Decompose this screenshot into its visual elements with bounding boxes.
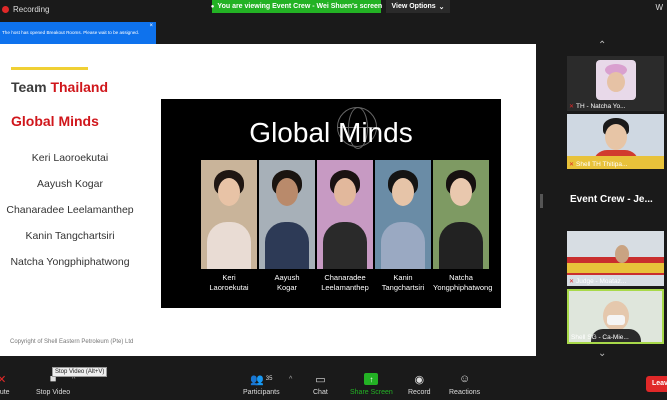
view-options-button[interactable]: View Options ⌄ — [386, 0, 450, 13]
video-options-caret-icon[interactable]: ^ — [72, 376, 75, 383]
share-screen-icon: ↑ — [364, 373, 379, 385]
record-button[interactable]: ◉ Record — [408, 373, 431, 397]
member-photo — [259, 160, 315, 269]
viewing-label: You are viewing Event Crew - Wei Shuen's… — [217, 3, 383, 10]
chevron-down-icon[interactable]: ⌄ — [598, 348, 606, 359]
member-name: Kanin Tangchartsiri — [25, 230, 115, 242]
unmute-label: mute — [0, 389, 10, 396]
stop-video-label: Stop Video — [36, 389, 71, 396]
photo-caption: Chanaradee Leelamanthep — [321, 273, 369, 292]
chevron-up-icon[interactable]: ⌃ — [598, 40, 606, 51]
chat-label: Chat — [313, 389, 328, 396]
participant-tile-active-speaker[interactable]: Shell SG - Ca-Mie... — [567, 289, 664, 344]
mic-off-icon: ✕ — [569, 162, 575, 168]
member-name: Chanaradee Leelamanthep — [6, 204, 134, 216]
share-screen-button[interactable]: ↑ Share Screen — [350, 373, 393, 396]
mic-off-icon: ✕ — [569, 104, 575, 110]
stop-video-tooltip: Stop Video (Alt+V) — [52, 367, 108, 377]
participant-tile[interactable]: ✕ TH - Natcha Yo... — [567, 56, 664, 111]
event-crew-tile-label[interactable]: Event Crew - Je... — [570, 194, 653, 205]
window-corner-label: W — [655, 3, 663, 12]
participants-options-caret-icon[interactable]: ^ — [289, 376, 292, 383]
meeting-toolbar: ✕ mute ■ Stop Video ^ 👥35 Participants ^… — [0, 360, 667, 400]
viewing-screen-banner: ● You are viewing Event Crew - Wei Shuen… — [210, 0, 383, 13]
team-photo-panel: Global Minds Keri Laoroekutai Aayush Kog… — [161, 99, 501, 308]
unmute-button[interactable]: ✕ mute — [0, 373, 10, 397]
chat-button[interactable]: ▭ Chat — [313, 373, 328, 397]
participants-icon: 👥 35 — [250, 373, 273, 386]
member-name: Aayush Kogar — [37, 178, 103, 190]
participant-tile[interactable]: ✕ Shell TH Thitipa... — [567, 114, 664, 169]
recording-dot-icon — [2, 6, 9, 13]
reactions-button[interactable]: ☺ Reactions — [449, 373, 480, 396]
shared-screen: Team Thailand Global Minds Keri Laoroeku… — [0, 44, 536, 356]
member-photo — [201, 160, 257, 269]
participants-label: Participants — [243, 389, 280, 396]
photo-caption: Aayush Kogar — [274, 273, 300, 292]
panel-title: Global Minds — [249, 117, 413, 148]
view-options-label: View Options — [391, 3, 436, 10]
microphone-off-icon: ✕ — [0, 373, 7, 386]
photo-caption: Natcha Yongphiphatwong — [433, 273, 493, 292]
record-label: Record — [408, 389, 431, 396]
zoom-window: Recording ● You are viewing Event Crew -… — [0, 0, 667, 400]
photo-row — [201, 160, 489, 269]
accent-line — [11, 67, 88, 70]
mic-off-icon: ✕ — [569, 279, 575, 285]
record-icon: ◉ — [414, 373, 425, 386]
member-name: Keri Laoroekutai — [31, 152, 109, 164]
photo-caption: Kanin Tangchartsiri — [381, 273, 425, 292]
member-list: Keri Laoroekutai Aayush Kogar Chanaradee… — [0, 151, 140, 281]
team-prefix: Team — [11, 79, 51, 95]
chat-icon: ▭ — [315, 373, 326, 386]
splitter-handle[interactable] — [540, 194, 543, 208]
photo-captions: Keri Laoroekutai Aayush Kogar Chanaradee Le… — [201, 273, 493, 293]
team-title: Team Thailand — [11, 79, 108, 95]
participant-tile[interactable]: ✕ Judge - Moataz... — [567, 231, 664, 286]
team-subtitle: Global Minds — [11, 113, 99, 129]
team-country: Thailand — [50, 79, 108, 95]
emoji-plus-icon: ☺ — [458, 373, 471, 385]
participant-name: Shell SG - Ca-Mie... — [571, 334, 629, 341]
member-photo — [375, 160, 431, 269]
member-photo — [317, 160, 373, 269]
close-icon[interactable]: × — [149, 23, 153, 29]
member-photo — [433, 160, 489, 269]
recording-indicator: Recording — [2, 5, 49, 14]
breakout-notification: The host has opened Breakout Rooms. Plea… — [0, 22, 156, 44]
participant-name: ✕ Shell TH Thitipa... — [569, 161, 628, 168]
top-bar: Recording ● You are viewing Event Crew -… — [0, 0, 667, 22]
reactions-label: Reactions — [449, 389, 481, 396]
participants-button[interactable]: 👥 35 Participants — [243, 373, 280, 397]
notification-text: The host has opened Breakout Rooms. Plea… — [2, 30, 140, 35]
participant-name: ✕ Judge - Moataz... — [569, 278, 627, 285]
share-screen-label: Share Screen — [350, 389, 393, 396]
shield-icon: ● — [210, 3, 215, 10]
copyright-text: Copyright of Shell Eastern Petroleum (Pt… — [10, 339, 134, 345]
chevron-down-icon: ⌄ — [438, 3, 445, 11]
member-name: Natcha Yongphiphatwong — [10, 256, 130, 268]
leave-button[interactable]: Leave — [646, 376, 667, 392]
participant-name: ✕ TH - Natcha Yo... — [569, 103, 626, 110]
photo-caption: Keri Laoroekutai — [209, 273, 249, 292]
recording-label: Recording — [13, 5, 50, 14]
